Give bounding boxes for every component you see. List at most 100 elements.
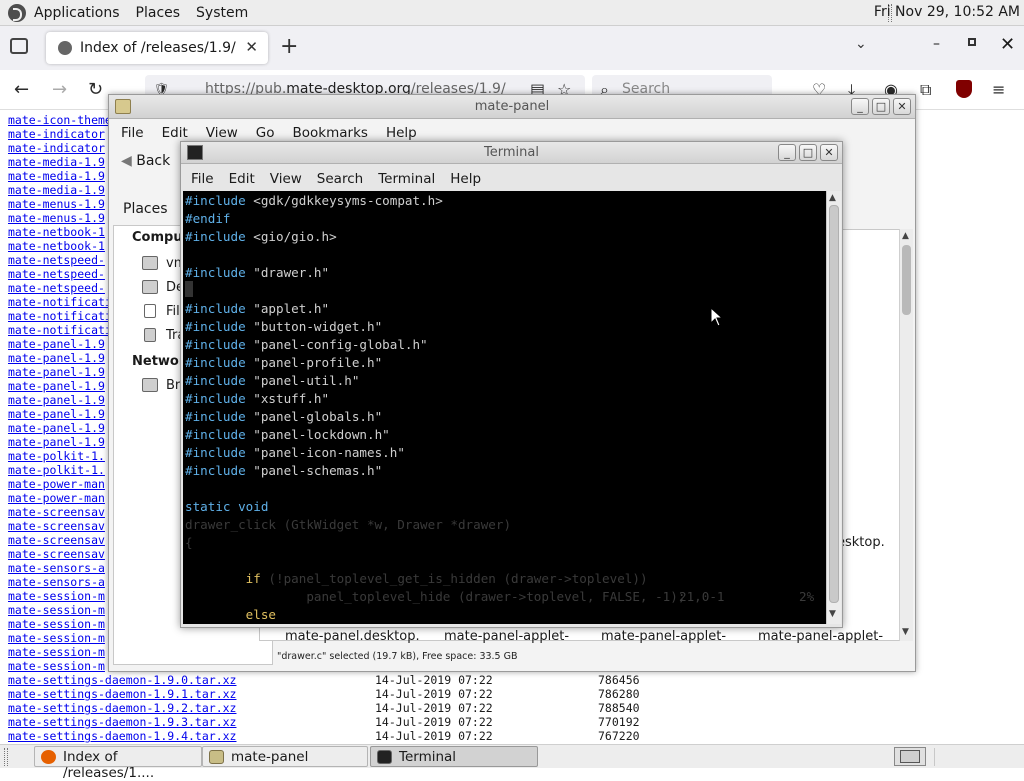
mate-logo-icon[interactable] [8, 3, 26, 22]
listing-link-text[interactable]: mate-settings-daemon-1.9.4.tar.xz [8, 729, 236, 743]
forward-arrow-icon[interactable]: → [52, 79, 67, 100]
listing-link[interactable]: mate-notificati [8, 309, 112, 323]
workspace-area[interactable] [934, 748, 1020, 766]
listing-link[interactable]: mate-icon-theme [8, 113, 112, 127]
scroll-down-icon[interactable]: ▼ [902, 627, 909, 637]
terminal-menu-help[interactable]: Help [440, 166, 486, 190]
listing-link-text[interactable]: mate-panel-1.9 [8, 435, 105, 449]
listing-link-text[interactable]: mate-session-m [8, 645, 105, 659]
listing-link-text[interactable]: mate-sensors-a [8, 561, 105, 575]
listing-link[interactable]: mate-notificati [8, 295, 112, 309]
listing-link[interactable]: mate-panel-1.9 [8, 393, 105, 407]
listing-link-text[interactable]: mate-indicator [8, 141, 105, 155]
listing-link-text[interactable]: mate-session-m [8, 617, 105, 631]
listing-link[interactable]: mate-settings-daemon-1.9.0.tar.xz [8, 673, 236, 687]
terminal-menu-terminal[interactable]: Terminal [368, 166, 440, 190]
scroll-up-icon[interactable]: ▲ [829, 193, 836, 203]
listing-link-text[interactable]: mate-notificati [8, 295, 112, 309]
listing-link[interactable]: mate-screensav [8, 519, 105, 533]
applications-menu[interactable]: Applications [26, 5, 128, 21]
listing-link-text[interactable]: mate-sensors-a [8, 575, 105, 589]
listing-link-text[interactable]: mate-panel-1.9 [8, 407, 105, 421]
listing-link[interactable]: mate-sensors-a [8, 575, 105, 589]
listing-link[interactable]: mate-netspeed- [8, 253, 105, 267]
listing-link[interactable]: mate-panel-1.9 [8, 407, 105, 421]
listing-link[interactable]: mate-settings-daemon-1.9.3.tar.xz [8, 715, 236, 729]
listing-link-text[interactable]: mate-netspeed- [8, 253, 105, 267]
reload-icon[interactable]: ↻ [88, 79, 103, 100]
listing-link-text[interactable]: mate-settings-daemon-1.9.0.tar.xz [8, 673, 236, 687]
scroll-down-icon[interactable]: ▼ [829, 609, 836, 619]
listing-link[interactable]: mate-panel-1.9 [8, 421, 105, 435]
listing-link-text[interactable]: mate-panel-1.9 [8, 379, 105, 393]
listing-link-text[interactable]: mate-panel-1.9 [8, 351, 105, 365]
terminal-scrollbar[interactable]: ▲ ▼ [826, 191, 841, 624]
listing-link-text[interactable]: mate-netbook-1 [8, 239, 105, 253]
listing-link[interactable]: mate-session-m [8, 659, 105, 673]
listing-link-text[interactable]: mate-panel-1.9 [8, 421, 105, 435]
terminal-minimize-button[interactable]: _ [778, 144, 796, 161]
chevron-down-icon[interactable]: ⌄ [855, 36, 867, 52]
close-tab-icon[interactable]: ✕ [245, 38, 258, 56]
listing-link-text[interactable]: mate-settings-daemon-1.9.1.tar.xz [8, 687, 236, 701]
listing-link[interactable]: mate-indicator [8, 127, 105, 141]
listing-link-text[interactable]: mate-screensav [8, 547, 105, 561]
listing-link-text[interactable]: mate-menus-1.9 [8, 197, 105, 211]
caja-back-button[interactable]: ◀ Back [121, 153, 170, 169]
listing-link-text[interactable]: mate-session-m [8, 603, 105, 617]
listing-link[interactable]: mate-media-1.9 [8, 155, 105, 169]
listing-link-text[interactable]: mate-media-1.9 [8, 183, 105, 197]
listing-link-text[interactable]: mate-panel-1.9 [8, 337, 105, 351]
listing-link[interactable]: mate-screensav [8, 547, 105, 561]
new-tab-icon[interactable]: + [280, 34, 298, 59]
listing-link-text[interactable]: mate-notificati [8, 323, 112, 337]
terminal-menu-view[interactable]: View [260, 166, 307, 190]
listing-link-text[interactable]: mate-netspeed- [8, 267, 105, 281]
terminal-close-button[interactable]: ✕ [820, 144, 838, 161]
listing-link-text[interactable]: mate-panel-1.9 [8, 393, 105, 407]
listing-link-text[interactable]: mate-settings-daemon-1.9.2.tar.xz [8, 701, 236, 715]
listing-link[interactable]: mate-session-m [8, 617, 105, 631]
caja-title-bar[interactable]: mate-panel [109, 95, 915, 119]
listing-link-text[interactable]: mate-panel-1.9 [8, 365, 105, 379]
terminal-menu-search[interactable]: Search [307, 166, 368, 190]
listing-link[interactable]: mate-netbook-1 [8, 239, 105, 253]
listing-link[interactable]: mate-sensors-a [8, 561, 105, 575]
file-label[interactable]: esktop. [837, 535, 885, 550]
close-window-icon[interactable]: ✕ [1000, 34, 1015, 55]
minimize-icon[interactable]: – [933, 36, 940, 52]
listing-link[interactable]: mate-panel-1.9 [8, 435, 105, 449]
back-arrow-icon[interactable]: ← [14, 79, 29, 100]
terminal-title-bar[interactable]: Terminal [181, 142, 842, 164]
firefox-view-icon[interactable] [10, 38, 28, 54]
listing-link[interactable]: mate-session-m [8, 631, 105, 645]
file-label[interactable]: mate-panel.desktop. [285, 629, 420, 644]
listing-link[interactable]: mate-polkit-1. [8, 449, 105, 463]
sidebar-item-filesystem[interactable]: Fil [166, 304, 180, 319]
listing-link[interactable]: mate-polkit-1. [8, 463, 105, 477]
listing-link[interactable]: mate-screensav [8, 505, 105, 519]
task-firefox[interactable]: Index of /releases/1.... [34, 746, 202, 781]
listing-link[interactable]: mate-settings-daemon-1.9.4.tar.xz [8, 729, 236, 743]
clock[interactable]: Fri Nov 29, 10:52 AM [874, 4, 1020, 20]
terminal-maximize-button[interactable]: □ [799, 144, 817, 161]
listing-link-text[interactable]: mate-session-m [8, 631, 105, 645]
listing-link[interactable]: mate-power-man [8, 491, 105, 505]
listing-link-text[interactable]: mate-media-1.9 [8, 155, 105, 169]
listing-link-text[interactable]: mate-session-m [8, 659, 105, 673]
listing-link[interactable]: mate-panel-1.9 [8, 337, 105, 351]
listing-link-text[interactable]: mate-screensav [8, 505, 105, 519]
terminal-menu-file[interactable]: File [181, 166, 219, 190]
listing-link[interactable]: mate-notificati [8, 323, 112, 337]
listing-link-text[interactable]: mate-media-1.9 [8, 169, 105, 183]
places-dropdown[interactable]: Places [123, 201, 168, 217]
caja-close-button[interactable]: ✕ [893, 98, 911, 115]
listing-link-text[interactable]: mate-notificati [8, 309, 112, 323]
file-label[interactable]: mate-panel-applet- [601, 629, 726, 644]
listing-link[interactable]: mate-menus-1.9 [8, 197, 105, 211]
task-caja[interactable]: mate-panel [202, 746, 368, 767]
listing-link[interactable]: mate-panel-1.9 [8, 365, 105, 379]
listing-link[interactable]: mate-screensav [8, 533, 105, 547]
terminal-screen[interactable]: #include <gdk/gdkkeysyms-compat.h> #endif… [183, 191, 826, 624]
extensions-icon[interactable]: ⧉ [920, 80, 931, 100]
